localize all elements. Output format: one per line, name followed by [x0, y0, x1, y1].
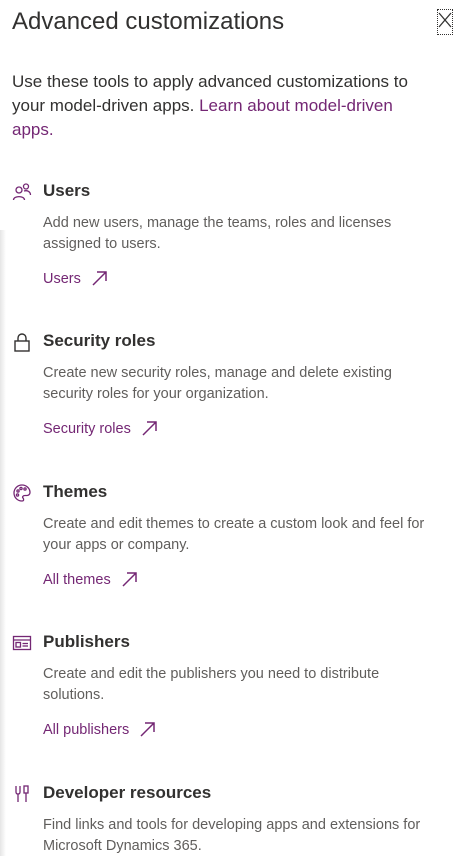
close-button[interactable]	[437, 9, 453, 35]
palette-icon	[12, 483, 32, 503]
publisher-icon	[12, 633, 32, 653]
section-description: Find links and tools for developing apps…	[43, 817, 421, 854]
section-title: Publishers	[43, 632, 130, 651]
external-arrow-icon	[139, 721, 156, 738]
all-themes-link[interactable]: All themes	[43, 571, 138, 588]
external-arrow-icon	[91, 270, 108, 287]
security-roles-link[interactable]: Security roles	[43, 420, 158, 437]
section-title: Users	[43, 181, 91, 200]
close-icon	[438, 11, 452, 34]
link-label: All themes	[43, 571, 111, 588]
link-label: Security roles	[43, 420, 131, 437]
section-description: Create and edit themes to create a custo…	[43, 516, 425, 553]
link-label: Users	[43, 270, 81, 287]
intro-paragraph: Use these tools to apply advanced custom…	[12, 70, 432, 142]
section-title: Themes	[43, 482, 108, 501]
external-arrow-icon	[141, 420, 158, 437]
users-icon	[12, 182, 32, 202]
panel-title: Advanced customizations	[12, 8, 285, 35]
section-description: Create new security roles, manage and de…	[43, 365, 392, 402]
section-title: Security roles	[43, 331, 156, 350]
section-description: Create and edit the publishers you need …	[43, 666, 380, 703]
external-arrow-icon	[121, 571, 138, 588]
section-title: Developer resources	[43, 783, 212, 802]
lock-icon	[12, 332, 32, 352]
developer-tools-icon	[12, 784, 32, 804]
panel-edge-shadow	[0, 230, 6, 856]
users-link[interactable]: Users	[43, 270, 108, 287]
all-publishers-link[interactable]: All publishers	[43, 721, 156, 738]
section-description: Add new users, manage the teams, roles a…	[43, 215, 392, 252]
link-label: All publishers	[43, 721, 130, 738]
